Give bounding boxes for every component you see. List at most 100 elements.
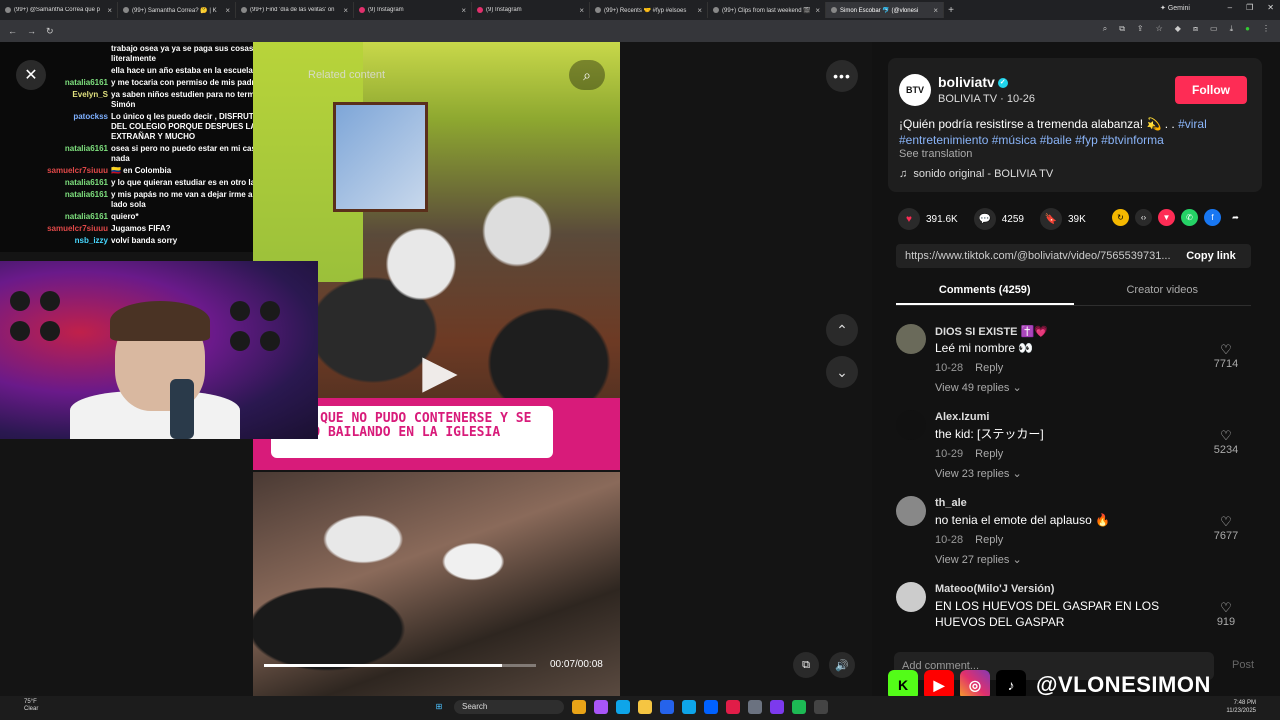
next-video-button[interactable]: ⌄: [826, 356, 858, 388]
like-button[interactable]: ♥ 391.6K: [898, 208, 958, 230]
back-icon[interactable]: ←: [8, 26, 17, 36]
close-tab-icon[interactable]: ×: [107, 6, 112, 15]
browser-tab[interactable]: (99+) Samantha Correa? 🤔 | K ×: [118, 2, 236, 18]
commenter-avatar[interactable]: [896, 410, 926, 440]
browser-tab-active[interactable]: Simon Escobar 🐬 (@vlonesi ×: [826, 2, 944, 18]
reply-button[interactable]: Reply: [975, 448, 1003, 460]
commenter-avatar[interactable]: [896, 496, 926, 526]
search-button[interactable]: ⌕: [569, 60, 605, 90]
puzzle-icon[interactable]: ⧈: [1193, 24, 1198, 34]
facebook-icon[interactable]: f: [1204, 209, 1221, 226]
chat-username[interactable]: natalia6161: [4, 144, 108, 164]
chrome-icon[interactable]: [572, 700, 586, 714]
commenter-username[interactable]: Mateoo(Milo'J Versión): [935, 583, 1054, 595]
picture-in-picture-button[interactable]: ⧉: [793, 652, 819, 678]
browser-tab[interactable]: (99+) @Samantha Correa que p ×: [0, 2, 118, 18]
whatsapp-icon[interactable]: ✆: [1181, 209, 1198, 226]
close-tab-icon[interactable]: ×: [461, 6, 466, 15]
chat-username[interactable]: Evelyn_S: [4, 90, 108, 110]
close-tab-icon[interactable]: ×: [225, 6, 230, 15]
tab-comments[interactable]: Comments (4259): [896, 280, 1074, 305]
chat-username[interactable]: natalia6161: [4, 178, 108, 188]
sidebar-icon[interactable]: ▭: [1210, 24, 1218, 34]
extension-icon[interactable]: ◆: [1175, 24, 1181, 34]
view-replies-button[interactable]: View 49 replies ⌄: [935, 381, 1022, 394]
close-tab-icon[interactable]: ×: [579, 6, 584, 15]
zoom-icon[interactable]: ⌕: [1103, 24, 1107, 34]
more-options-button[interactable]: •••: [826, 60, 858, 92]
play-button[interactable]: ▶: [420, 345, 460, 397]
embed-icon[interactable]: ‹›: [1135, 209, 1152, 226]
commenter-username[interactable]: Alex.Izumi: [935, 411, 989, 423]
comment-like-button[interactable]: ♡ 7714: [1206, 342, 1246, 370]
chat-username[interactable]: [4, 44, 108, 64]
share-icon[interactable]: ⇪: [1137, 24, 1144, 34]
maximize-icon[interactable]: ❐: [1246, 3, 1253, 12]
close-window-icon[interactable]: ✕: [1267, 3, 1274, 12]
app-icon[interactable]: [682, 700, 696, 714]
dropbox-icon[interactable]: [704, 700, 718, 714]
gemini-button[interactable]: ✦ Gemini: [1160, 4, 1190, 12]
view-replies-button[interactable]: View 23 replies ⌄: [935, 467, 1022, 480]
share-arrow-icon[interactable]: ➦: [1227, 209, 1244, 226]
close-button[interactable]: ✕: [16, 60, 46, 90]
follow-button[interactable]: Follow: [1175, 76, 1247, 104]
repost-icon[interactable]: ↻: [1112, 209, 1129, 226]
reply-button[interactable]: Reply: [975, 534, 1003, 546]
author-avatar[interactable]: BTV: [899, 74, 931, 106]
volume-button[interactable]: 🔊: [829, 652, 855, 678]
browser-tab[interactable]: (99+) Recents 🤝 #fyp #elsoes ×: [590, 2, 708, 18]
author-username[interactable]: boliviatv ✓: [938, 74, 1008, 90]
post-button[interactable]: Post: [1232, 659, 1254, 671]
forward-icon[interactable]: →: [27, 26, 36, 36]
app-icon[interactable]: [726, 700, 740, 714]
system-clock[interactable]: 7:48 PM 11/23/2025: [1226, 699, 1256, 715]
close-tab-icon[interactable]: ×: [343, 6, 348, 15]
close-tab-icon[interactable]: ×: [697, 6, 702, 15]
comment-like-button[interactable]: ♡ 7677: [1206, 514, 1246, 542]
commenter-avatar[interactable]: [896, 582, 926, 612]
see-translation-link[interactable]: See translation: [899, 148, 972, 160]
reply-button[interactable]: Reply: [975, 362, 1003, 374]
browser-tab[interactable]: (9) Instagram ×: [472, 2, 590, 18]
chat-username[interactable]: nsb_izzy: [4, 236, 108, 246]
star-icon[interactable]: ☆: [1156, 24, 1163, 34]
chat-username[interactable]: natalia6161: [4, 190, 108, 210]
app-icon[interactable]: [770, 700, 784, 714]
install-icon[interactable]: ⧉: [1119, 24, 1125, 34]
browser-tab[interactable]: (99+) Clips from last weekend 🎬 ×: [708, 2, 826, 18]
download-icon[interactable]: ⤓: [1230, 24, 1234, 34]
copy-link-button[interactable]: Copy link: [1171, 250, 1251, 262]
chat-username[interactable]: samuelcr7siuuu: [4, 166, 108, 176]
weather-widget[interactable]: 75°F Clear: [24, 699, 38, 713]
app-icon[interactable]: [748, 700, 762, 714]
chat-username[interactable]: samuelcr7siuuu: [4, 224, 108, 234]
edge-icon[interactable]: [616, 700, 630, 714]
commenter-username[interactable]: DIOS SI EXISTE ✝️💗: [935, 325, 1048, 338]
chat-username[interactable]: natalia6161: [4, 212, 108, 222]
windows-start-icon[interactable]: ⊞: [432, 700, 446, 714]
comment-like-button[interactable]: ♡ 5234: [1206, 428, 1246, 456]
comment-like-button[interactable]: ♡ 919: [1206, 600, 1246, 628]
spotify-icon[interactable]: [792, 700, 806, 714]
browser-tab[interactable]: (9) Instagram ×: [354, 2, 472, 18]
commenter-username[interactable]: th_ale: [935, 497, 967, 509]
chat-username[interactable]: patockss: [4, 112, 108, 142]
sound-link[interactable]: ♫ sonido original - BOLIVIA TV: [899, 168, 1053, 180]
minimize-icon[interactable]: –: [1228, 3, 1232, 12]
previous-video-button[interactable]: ⌃: [826, 314, 858, 346]
menu-icon[interactable]: ⋮: [1262, 24, 1270, 34]
tab-creator-videos[interactable]: Creator videos: [1074, 280, 1252, 305]
app-icon[interactable]: [594, 700, 608, 714]
new-tab-button[interactable]: +: [944, 5, 958, 16]
video-url[interactable]: https://www.tiktok.com/@boliviatv/video/…: [905, 250, 1171, 262]
taskbar-search[interactable]: Search: [454, 700, 564, 714]
view-replies-button[interactable]: View 27 replies ⌄: [935, 553, 1022, 566]
close-tab-icon[interactable]: ×: [933, 6, 938, 15]
reload-icon[interactable]: ↻: [46, 26, 54, 37]
save-button[interactable]: 🔖 39K: [1039, 208, 1086, 230]
folder-icon[interactable]: [638, 700, 652, 714]
profile-avatar[interactable]: ●: [1245, 24, 1250, 34]
comment-button[interactable]: 💬 4259: [973, 208, 1024, 230]
browser-tab[interactable]: (99+) Find 'día de las velitas' on ×: [236, 2, 354, 18]
